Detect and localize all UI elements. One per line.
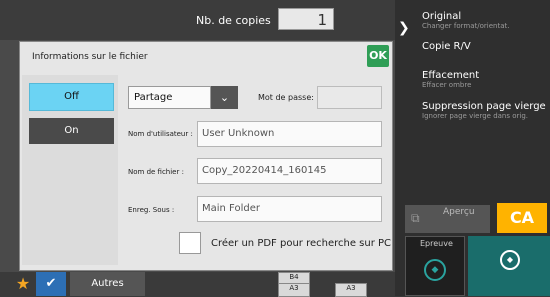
save-to-field[interactable]: Main Folder: [197, 196, 382, 222]
proof-label: Epreuve: [420, 239, 453, 248]
password-label-text: Mot de passe: [258, 93, 312, 102]
check-icon[interactable]: ✔: [36, 272, 66, 296]
dialog-title: Informations sur le fichier: [32, 52, 148, 62]
save-to-label: Enreg. Sous :: [128, 206, 175, 214]
setting-subtitle: Ignorer page vierge dans orig.: [422, 112, 529, 120]
chevron-down-icon[interactable]: ⌄: [211, 86, 238, 109]
setting-title: Suppression page vierge: [422, 101, 546, 112]
username-field[interactable]: User Unknown: [197, 121, 382, 147]
others-button[interactable]: Autres: [70, 272, 145, 296]
save-to-label-text: Enreg. Sous: [128, 206, 170, 214]
share-select[interactable]: Partage: [128, 86, 211, 109]
off-button[interactable]: Off: [29, 83, 114, 111]
setting-subtitle: Effacer ombre: [422, 81, 472, 89]
start-icon: ◆: [424, 259, 446, 281]
setting-copie-rv[interactable]: Copie R/V: [422, 41, 471, 52]
preview-label: Aperçu: [443, 207, 475, 217]
setting-original[interactable]: Original Changer format/orientat.: [422, 11, 509, 30]
filename-label: Nom de fichier :: [128, 168, 184, 176]
paper-tray-label: A3: [335, 283, 367, 297]
star-icon[interactable]: ★: [13, 274, 33, 294]
pdf-search-checkbox[interactable]: [179, 232, 201, 254]
clear-all-button[interactable]: CA: [497, 203, 547, 233]
chevron-right-icon[interactable]: ❯: [398, 20, 412, 36]
filename-field[interactable]: Copy_20220414_160145: [197, 158, 382, 184]
setting-effacement[interactable]: Effacement Effacer ombre: [422, 70, 479, 89]
ok-button[interactable]: OK: [367, 45, 389, 67]
copies-label: Nb. de copies: [196, 14, 271, 27]
username-label-text: Nom d'utilisateur: [128, 130, 189, 138]
copies-input[interactable]: 1: [278, 8, 334, 30]
password-field[interactable]: [317, 86, 382, 109]
start-icon: ◆: [500, 250, 520, 270]
filename-label-text: Nom de fichier: [128, 168, 180, 176]
password-label: Mot de passe:: [258, 93, 314, 102]
pdf-search-label: Créer un PDF pour recherche sur PC: [211, 238, 392, 249]
start-button[interactable]: ◆: [468, 236, 550, 296]
setting-title: Effacement: [422, 70, 480, 81]
preview-icon: ⧉: [411, 211, 420, 225]
setting-title: Copie R/V: [422, 41, 471, 52]
setting-subtitle: Changer format/orientat.: [422, 22, 510, 30]
setting-title: Original: [422, 11, 462, 22]
setting-suppression-page-vierge[interactable]: Suppression page vierge Ignorer page vie…: [422, 101, 546, 120]
on-button[interactable]: On: [29, 118, 114, 144]
username-label: Nom d'utilisateur :: [128, 130, 193, 138]
proof-button[interactable]: Epreuve ◆: [405, 236, 465, 296]
paper-tray-label: A3: [278, 283, 310, 297]
preview-button[interactable]: ⧉ Aperçu: [405, 205, 490, 233]
